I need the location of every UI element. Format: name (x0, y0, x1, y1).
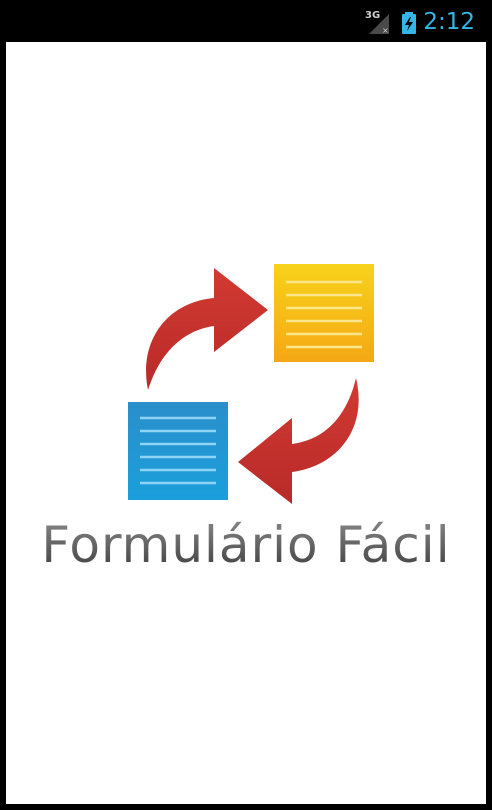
document-blue-icon (128, 402, 228, 500)
status-clock: 2:12 (423, 9, 475, 35)
signal-icon: × (369, 14, 389, 35)
sync-arrow-bottom-icon (238, 378, 359, 504)
app-logo-icon (128, 264, 374, 504)
status-bar: 3G × 2:12 (0, 0, 492, 42)
svg-text:×: × (382, 26, 389, 35)
battery-charging-icon (402, 12, 416, 34)
document-yellow-icon (274, 264, 374, 362)
network-indicator: 3G × (365, 10, 393, 36)
splash-screen: Formulário Fácil (6, 42, 486, 804)
sync-arrow-top-icon (146, 268, 268, 390)
app-name-title: Formulário Fácil (6, 516, 486, 574)
